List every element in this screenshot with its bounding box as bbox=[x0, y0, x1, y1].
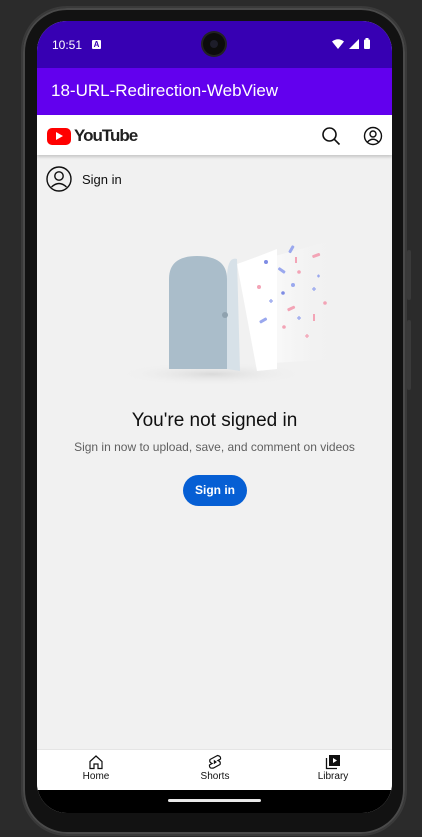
status-time: 10:51 bbox=[52, 38, 83, 52]
not-signed-in-subtext: Sign in now to upload, save, and comment… bbox=[74, 440, 355, 454]
power-button bbox=[407, 320, 411, 390]
youtube-play-icon bbox=[47, 127, 71, 145]
signal-icon bbox=[349, 38, 359, 49]
home-icon bbox=[89, 755, 103, 770]
account-icon[interactable] bbox=[363, 126, 383, 146]
nav-label-shorts: Shorts bbox=[200, 771, 230, 782]
battery-icon bbox=[364, 38, 370, 49]
front-camera bbox=[203, 33, 225, 55]
nav-label-library: Library bbox=[317, 771, 349, 782]
home-gesture-bar[interactable] bbox=[168, 799, 261, 802]
app-title: 18-URL-Redirection-WebView bbox=[51, 81, 279, 100]
not-signed-in-headline: You're not signed in bbox=[131, 410, 298, 431]
shorts-icon bbox=[208, 754, 222, 769]
signin-row-label: Sign in bbox=[82, 171, 122, 187]
status-icons bbox=[332, 38, 370, 49]
search-icon[interactable] bbox=[321, 126, 341, 146]
status-bar: 10:51 A bbox=[37, 21, 392, 68]
wifi-icon bbox=[332, 38, 344, 49]
volume-button bbox=[407, 250, 411, 300]
youtube-logo[interactable]: YouTube bbox=[47, 126, 138, 146]
gesture-navigation-area bbox=[37, 790, 392, 813]
nav-item-library[interactable]: Library bbox=[293, 754, 373, 782]
app-bar: 18-URL-Redirection-WebView bbox=[37, 68, 392, 115]
nav-item-home[interactable]: Home bbox=[56, 754, 136, 782]
signin-row[interactable]: Sign in bbox=[46, 166, 122, 192]
account-circle-icon bbox=[46, 166, 72, 192]
signin-button[interactable]: Sign in bbox=[183, 475, 247, 506]
nav-item-shorts[interactable]: Shorts bbox=[175, 754, 255, 782]
open-door-illustration bbox=[117, 239, 337, 386]
notification-a-icon: A bbox=[92, 40, 101, 49]
phone-screen: 10:51 A 18-URL-Redirection-WebView YouTu… bbox=[37, 21, 392, 813]
youtube-logo-text: YouTube bbox=[74, 126, 138, 145]
bottom-navigation: Home Shorts Library bbox=[37, 749, 392, 791]
nav-label-home: Home bbox=[82, 771, 110, 782]
library-icon bbox=[325, 755, 340, 770]
